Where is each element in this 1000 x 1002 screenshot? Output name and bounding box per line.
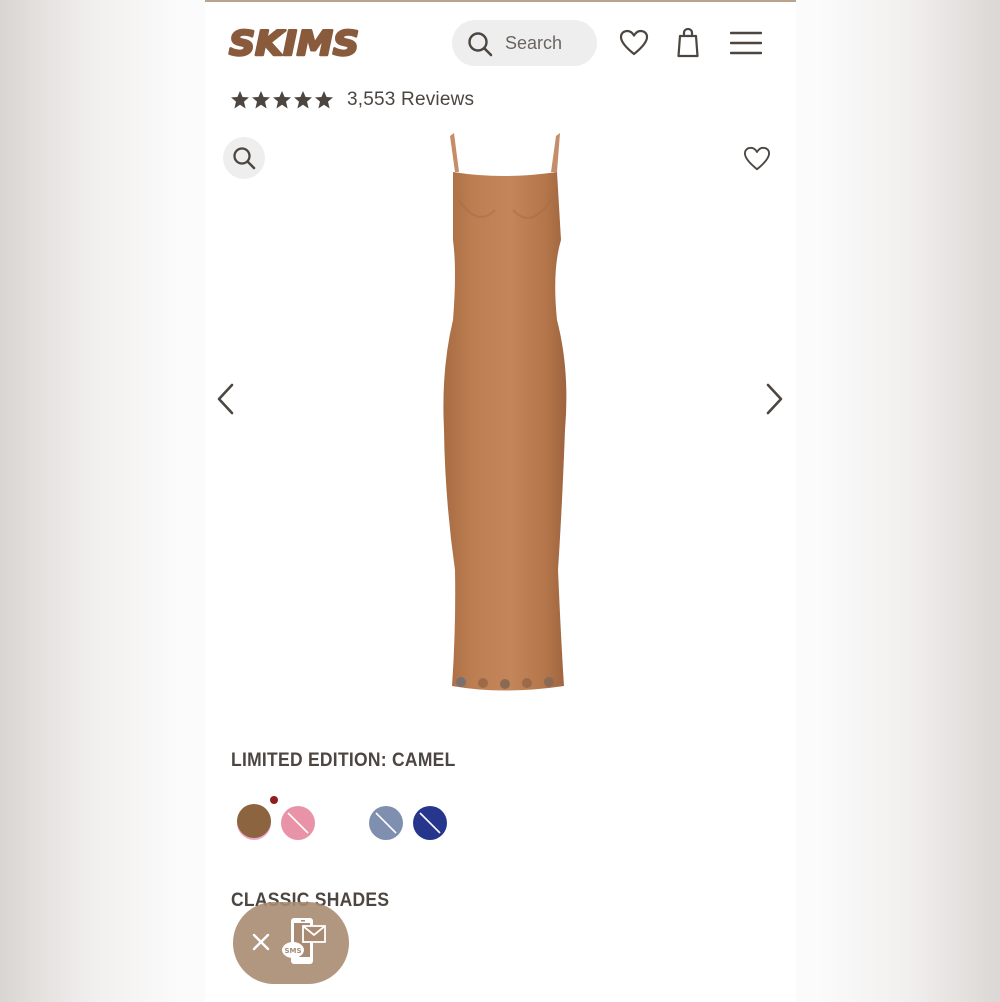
sms-phone-icon: SMS xyxy=(282,918,326,964)
skims-logo[interactable]: SKIMS xyxy=(227,22,365,62)
star-icon xyxy=(315,91,333,109)
close-icon[interactable] xyxy=(251,932,271,952)
search-icon xyxy=(468,32,493,57)
product-image[interactable] xyxy=(433,130,573,695)
star-rating xyxy=(230,90,334,110)
swatch-navy-sold-out[interactable] xyxy=(413,806,447,840)
color-swatch-list xyxy=(235,796,465,846)
sms-badge-text: SMS xyxy=(284,947,301,955)
new-indicator-dot xyxy=(270,796,278,804)
rating-summary[interactable]: 3,553 Reviews xyxy=(230,86,474,114)
swatch-camel-fill xyxy=(237,804,271,838)
sms-signup-widget[interactable]: SMS xyxy=(233,902,349,984)
hamburger-menu-icon[interactable] xyxy=(730,31,762,55)
product-page: SKIMS Search 3,553 Reviews LIMITED EDITI… xyxy=(205,0,796,1002)
search-placeholder: Search xyxy=(505,33,563,53)
favorite-heart-icon[interactable] xyxy=(743,146,771,172)
chevron-left-icon[interactable] xyxy=(215,382,237,416)
chevron-right-icon[interactable] xyxy=(763,382,785,416)
star-icon xyxy=(294,91,312,109)
swatch-rose-sold-out[interactable] xyxy=(281,806,315,840)
sold-out-slash-icon xyxy=(419,812,441,834)
search-bar[interactable]: Search xyxy=(452,20,597,66)
star-icon xyxy=(273,91,291,109)
color-section-title: LIMITED EDITION: CAMEL xyxy=(231,750,456,771)
sold-out-slash-icon xyxy=(287,812,309,834)
logo-text: SKIMS xyxy=(229,24,359,62)
zoom-icon xyxy=(233,147,256,170)
star-icon xyxy=(252,91,270,109)
sold-out-slash-icon xyxy=(375,812,397,834)
star-icon xyxy=(231,91,249,109)
zoom-button[interactable] xyxy=(223,137,265,179)
swatch-blue-gray-sold-out[interactable] xyxy=(369,806,403,840)
shopping-bag-icon[interactable] xyxy=(676,27,700,59)
wishlist-heart-icon[interactable] xyxy=(619,29,649,57)
reviews-count-link[interactable]: 3,553 Reviews xyxy=(347,89,474,111)
